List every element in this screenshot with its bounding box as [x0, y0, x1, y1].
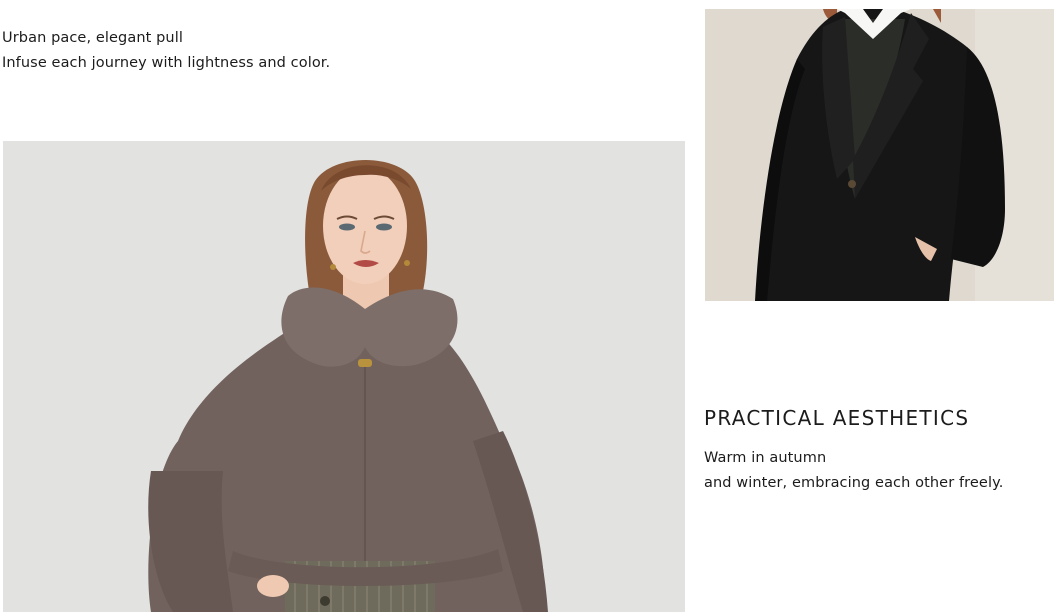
aesthetics-line-2: and winter, embracing each other freely. — [704, 475, 1004, 491]
aesthetics-line-1: Warm in autumn — [704, 450, 827, 466]
intro-line-1: Urban pace, elegant pull — [2, 30, 183, 46]
practical-aesthetics-heading: PRACTICAL AESTHETICS — [704, 406, 970, 430]
black-coat-photo[interactable] — [705, 9, 1054, 301]
intro-line-2: Infuse each journey with lightness and c… — [2, 55, 331, 71]
aesthetics-copy: Warm in autumn and winter, embracing eac… — [704, 446, 1003, 496]
fur-jacket-photo[interactable] — [3, 141, 685, 612]
fur-jacket-illustration — [3, 141, 685, 612]
black-coat-illustration — [705, 9, 1054, 301]
intro-copy: Urban pace, elegant pull Infuse each jou… — [2, 26, 330, 76]
